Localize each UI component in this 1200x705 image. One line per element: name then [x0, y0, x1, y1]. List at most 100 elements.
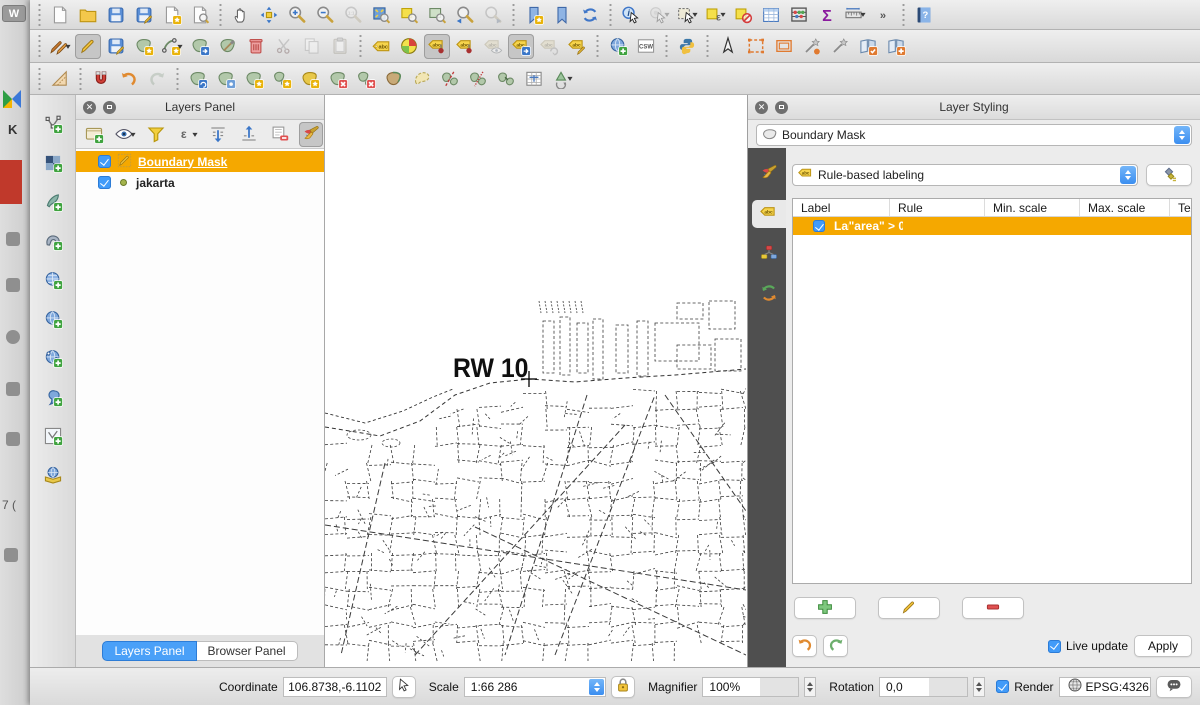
scale-lock-button[interactable]	[611, 676, 635, 698]
labeling-method-combo[interactable]: abc Rule-based labeling	[792, 164, 1138, 186]
layer-labeling-options-button[interactable]: abc	[368, 34, 394, 59]
deselect-all-button[interactable]	[730, 2, 756, 27]
add-postgis-layer-button[interactable]	[40, 228, 66, 253]
add-wfs-layer-button[interactable]	[40, 462, 66, 487]
column-rule[interactable]: Rule	[890, 199, 985, 216]
python-console-button[interactable]	[674, 34, 700, 59]
show-bookmarks-button[interactable]	[549, 2, 575, 27]
close-icon[interactable]: ✕	[755, 101, 768, 114]
refresh-button[interactable]	[577, 2, 603, 27]
live-update-control[interactable]: Live update	[1048, 639, 1128, 653]
magnet-snapping-button[interactable]	[88, 66, 114, 91]
zoom-to-layer-button[interactable]	[424, 2, 450, 27]
toggle-editing-button[interactable]	[75, 34, 101, 59]
layer-selector-combo[interactable]: Boundary Mask	[756, 124, 1192, 146]
filter-expression-button[interactable]: ε▾	[175, 122, 199, 147]
composer-manager-button[interactable]	[187, 2, 213, 27]
change-label-button[interactable]: abc	[564, 34, 590, 59]
layer-row-jakarta[interactable]: jakarta	[76, 172, 324, 193]
select-features-button[interactable]: ▾	[674, 2, 700, 27]
csw-catalog-button[interactable]: CSW	[633, 34, 659, 59]
symbology-tab-button[interactable]	[752, 160, 786, 188]
open-attribute-table-button[interactable]	[758, 2, 784, 27]
map-canvas[interactable]: RW 10	[325, 95, 748, 667]
save-project-button[interactable]	[103, 2, 129, 27]
diagrams-tab-button[interactable]	[752, 240, 786, 268]
new-project-button[interactable]	[47, 2, 73, 27]
delete-selected-button[interactable]	[243, 34, 269, 59]
log-messages-button[interactable]	[1156, 676, 1192, 698]
delete-ring-button[interactable]	[325, 66, 351, 91]
measure-button[interactable]: ▾	[842, 2, 868, 27]
cad-tools-button[interactable]	[47, 66, 73, 91]
add-web-layer-button[interactable]	[605, 34, 631, 59]
rule-checkbox[interactable]	[813, 220, 825, 232]
pan-map-button[interactable]	[228, 2, 254, 27]
merge-attributes-button[interactable]	[521, 66, 547, 91]
pan-to-selection-button[interactable]	[256, 2, 282, 27]
labels-tab-button[interactable]: abc	[752, 200, 786, 228]
magnifier-input[interactable]: 100%	[702, 677, 798, 697]
add-feature-button[interactable]	[131, 34, 157, 59]
statistical-summary-button[interactable]: Σ	[814, 2, 840, 27]
move-feature-button[interactable]	[187, 34, 213, 59]
layer-diagram-options-button[interactable]	[396, 34, 422, 59]
magnifier-stepper[interactable]	[804, 677, 817, 697]
help-contents-button[interactable]: ?	[911, 2, 937, 27]
coordinate-input[interactable]: 106.8738,-6.1102	[283, 677, 387, 697]
style-wand-2-button[interactable]	[827, 34, 853, 59]
detach-icon[interactable]	[775, 101, 788, 114]
scale-stepper[interactable]	[589, 679, 604, 695]
zoom-in-button[interactable]	[284, 2, 310, 27]
field-calculator-button[interactable]	[786, 2, 812, 27]
combo-stepper[interactable]	[1174, 126, 1190, 144]
highlight-pinned-labels-button[interactable]: abc	[452, 34, 478, 59]
add-vector-layer-button[interactable]	[40, 111, 66, 136]
save-project-as-button[interactable]	[131, 2, 157, 27]
new-shapefile-layer-button[interactable]	[40, 189, 66, 214]
save-layer-edits-button[interactable]	[103, 34, 129, 59]
scale-combo[interactable]: 1:66 286	[464, 677, 606, 697]
rule-row[interactable]: Larg… "area" > 0.0003 NAM	[793, 217, 1191, 235]
add-group-button[interactable]	[82, 122, 106, 147]
toolbar-overflow-button[interactable]: »	[870, 2, 896, 27]
layer-visibility-checkbox[interactable]	[98, 176, 111, 189]
add-virtual-layer-button[interactable]	[40, 423, 66, 448]
manage-themes-button[interactable]: ▾	[113, 122, 137, 147]
mouse-position-toggle[interactable]	[392, 676, 416, 698]
new-print-composer-button[interactable]	[159, 2, 185, 27]
edit-rule-button[interactable]	[878, 597, 940, 619]
offset-curve-button[interactable]	[409, 66, 435, 91]
identify-features-button[interactable]: i	[618, 2, 644, 27]
automated-placement-button[interactable]	[1146, 164, 1192, 186]
zoom-to-selection-button[interactable]	[396, 2, 422, 27]
column-label[interactable]: Label	[793, 199, 890, 216]
rotate-feature-button[interactable]	[185, 66, 211, 91]
redo-style-button[interactable]	[823, 635, 848, 657]
simplify-feature-button[interactable]	[213, 66, 239, 91]
live-update-checkbox[interactable]	[1048, 640, 1061, 653]
collapse-all-button[interactable]	[237, 122, 261, 147]
split-parts-button[interactable]	[465, 66, 491, 91]
zoom-last-button[interactable]	[452, 2, 478, 27]
add-raster-layer-button[interactable]	[40, 150, 66, 175]
expand-all-button[interactable]	[206, 122, 230, 147]
new-bookmark-button[interactable]	[521, 2, 547, 27]
add-spatialite-layer-button[interactable]	[40, 267, 66, 292]
close-icon[interactable]: ✕	[83, 101, 96, 114]
north-arrow-button[interactable]	[715, 34, 741, 59]
crs-status-button[interactable]: EPSG:4326	[1059, 677, 1151, 697]
rotation-input[interactable]: 0,0	[879, 677, 968, 697]
delete-part-button[interactable]	[353, 66, 379, 91]
add-delimited-text-layer-button[interactable]	[40, 384, 66, 409]
add-wcs-layer-button[interactable]	[40, 345, 66, 370]
move-label-button[interactable]: abc	[508, 34, 534, 59]
remove-rule-button[interactable]	[962, 597, 1024, 619]
style-wand-button[interactable]	[799, 34, 825, 59]
select-by-expression-button[interactable]: ε▾	[702, 2, 728, 27]
add-wms-layer-button[interactable]	[40, 306, 66, 331]
undo-style-button[interactable]	[792, 635, 817, 657]
undo-button[interactable]	[116, 66, 142, 91]
tab-browser-panel[interactable]: Browser Panel	[197, 641, 298, 661]
reshape-features-button[interactable]	[381, 66, 407, 91]
